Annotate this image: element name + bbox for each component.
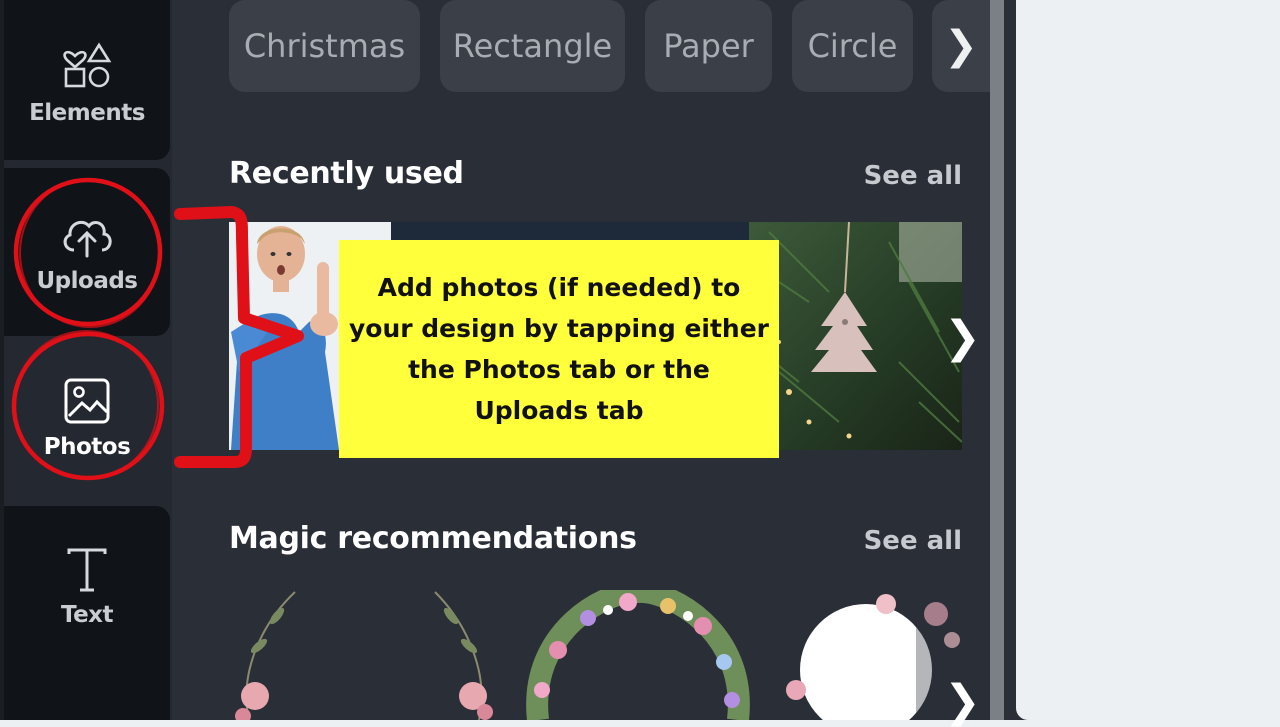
chevron-right-icon[interactable]: ❯ (944, 676, 981, 727)
chip-label: Christmas (243, 27, 406, 65)
text-icon (67, 548, 107, 592)
chevron-right-icon[interactable]: ❯ (932, 0, 990, 92)
chip-label: Circle (807, 27, 898, 65)
floral-wreath-image (235, 591, 493, 720)
floral-frame-image (786, 590, 962, 720)
magic-floral-wreath-1[interactable] (229, 586, 499, 720)
image-icon (64, 378, 110, 424)
elements-icon (63, 42, 112, 88)
chip-circle[interactable]: Circle (792, 0, 913, 92)
see-all-magic[interactable]: See all (864, 526, 962, 556)
sidebar-item-photos[interactable]: Photos (4, 340, 170, 502)
section-title-recent: Recently used (229, 156, 464, 191)
scroll-gutter (1004, 0, 1016, 720)
sidebar-item-label: Elements (29, 100, 145, 126)
callout-line: your design by tapping either (348, 314, 770, 343)
magic-floral-wreath-2[interactable] (518, 590, 758, 720)
sidebar-item-elements[interactable]: Elements (4, 0, 170, 160)
callout-line: Add photos (if needed) to (377, 273, 741, 302)
chip-rectangle[interactable]: Rectangle (440, 0, 625, 92)
panel-scrollbar[interactable] (990, 0, 1004, 720)
see-all-recent[interactable]: See all (864, 161, 962, 191)
sidebar-item-text[interactable]: Text (4, 506, 170, 720)
sidebar-item-label: Uploads (36, 268, 139, 294)
chip-label: Paper (663, 27, 754, 65)
recent-photo-ornament[interactable] (749, 222, 962, 450)
sidebar-item-label: Photos (43, 434, 131, 460)
christmas-ornament-image (749, 222, 962, 450)
flower-ring-image (526, 590, 750, 720)
section-title-magic: Magic recommendations (229, 521, 637, 556)
design-canvas[interactable] (1016, 0, 1280, 720)
chevron-right-icon[interactable]: ❯ (944, 312, 981, 363)
sidebar-item-label: Text (60, 602, 114, 628)
chip-label: Rectangle (452, 27, 613, 65)
chip-christmas[interactable]: Christmas (229, 0, 420, 92)
instruction-callout: Add photos (if needed) to your design by… (339, 240, 779, 458)
magic-floral-frame[interactable] (776, 590, 962, 720)
sidebar-item-uploads[interactable]: Uploads (4, 168, 170, 336)
callout-line: Uploads tab (474, 396, 644, 425)
chip-paper[interactable]: Paper (645, 0, 772, 92)
callout-line: the Photos tab or the (408, 355, 710, 384)
cloud-upload-icon (63, 220, 112, 258)
